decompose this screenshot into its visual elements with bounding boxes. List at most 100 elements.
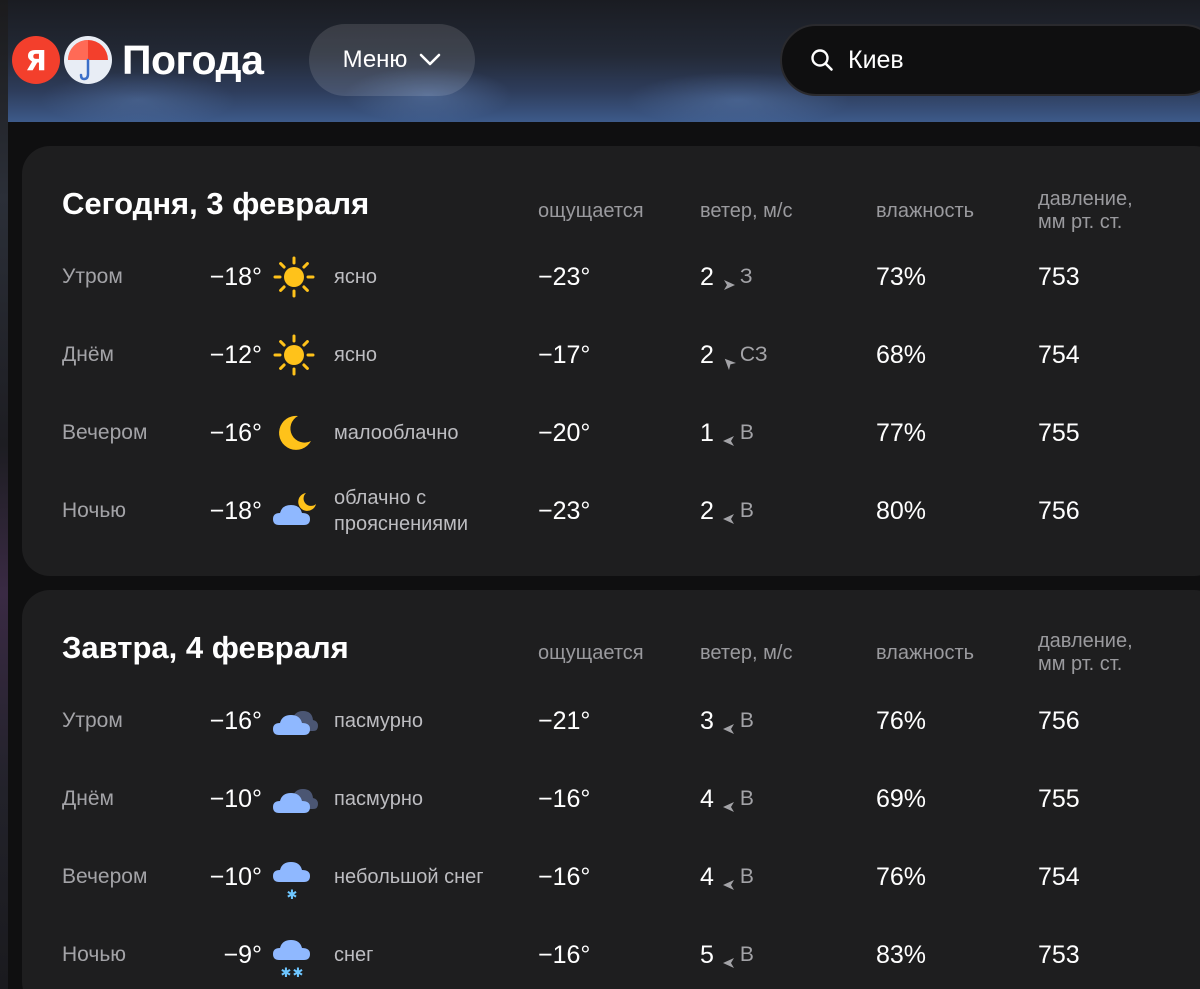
- yandex-logo-icon: Я: [12, 36, 60, 84]
- wind-direction: В: [739, 499, 754, 522]
- pressure: 756: [1038, 496, 1080, 525]
- wind: 2 З: [700, 238, 753, 316]
- cloud-moon-icon: [270, 472, 318, 550]
- logo-text: Погода: [122, 36, 264, 83]
- wind-speed: 4: [700, 784, 714, 813]
- header: Я Погода Меню Киев: [8, 0, 1200, 122]
- wind: 3 В: [700, 682, 754, 760]
- temperature: −10°: [209, 862, 262, 891]
- humidity-column-header: влажность: [876, 642, 975, 664]
- forecast-row: Вечером −10° ✱ небольшой снег −16° 4 В 7…: [22, 838, 1200, 916]
- tomorrow-forecast-card: Завтра, 4 февраля ощущается ветер, м/с в…: [22, 590, 1200, 989]
- sun-icon: [270, 316, 318, 394]
- forecast-row: Ночью −9° ✱ ✱ снег −16° 5 В 83% 753: [22, 916, 1200, 989]
- menu-label: Меню: [342, 46, 408, 73]
- tomorrow-title: Завтра, 4 февраля: [62, 630, 349, 665]
- wind-speed: 2: [700, 340, 714, 369]
- forecast-row: Вечером −16° малооблачно −20° 1 В 77% 75…: [22, 394, 1200, 472]
- wind: 1 В: [700, 394, 754, 472]
- pressure: 753: [1038, 940, 1080, 969]
- temperature: −18°: [209, 496, 262, 525]
- weather-page: Я Погода Меню Киев Сегодня, 3 февраля ощ…: [0, 0, 1200, 989]
- feels-like: −16°: [538, 862, 591, 891]
- humidity-column-header: влажность: [876, 200, 975, 222]
- logo[interactable]: Я Погода: [12, 36, 264, 84]
- temperature: −18°: [209, 262, 262, 291]
- wind-arrow-icon: [722, 714, 736, 734]
- pressure: 756: [1038, 706, 1080, 735]
- today-title: Сегодня, 3 февраля: [62, 186, 370, 221]
- pressure-column-header: давление, мм рт. ст.: [1038, 630, 1133, 676]
- background-window-edge: [0, 0, 8, 989]
- menu-button[interactable]: Меню: [309, 24, 475, 96]
- wind-speed: 5: [700, 940, 714, 969]
- pressure-column-header: давление, мм рт. ст.: [1038, 188, 1133, 234]
- feels-column-header: ощущается: [538, 200, 644, 222]
- light-snow-icon: ✱: [270, 838, 318, 916]
- wind-arrow-icon: [722, 426, 736, 446]
- wind: 4 В: [700, 838, 754, 916]
- wind-arrow-icon: [722, 270, 736, 290]
- wind-arrow-icon: [722, 504, 736, 524]
- search-icon: [811, 49, 833, 71]
- forecast-row: Утром −18° ясно −23° 2 З 73% 753: [22, 238, 1200, 316]
- forecast-row: Ночью −18° облачно с прояснениями −23° 2…: [22, 472, 1200, 550]
- condition: пасмурно: [334, 710, 423, 732]
- wind-direction: В: [739, 421, 754, 444]
- humidity: 68%: [876, 340, 927, 369]
- humidity: 83%: [876, 940, 927, 969]
- feels-column-header: ощущается: [538, 642, 644, 664]
- temperature: −16°: [209, 418, 262, 447]
- feels-like: −16°: [538, 784, 591, 813]
- time-of-day: Вечером: [62, 865, 148, 888]
- humidity: 76%: [876, 862, 927, 891]
- wind-speed: 4: [700, 862, 714, 891]
- humidity: 77%: [876, 418, 927, 447]
- search-input[interactable]: Киев: [780, 24, 1200, 96]
- feels-like: −23°: [538, 496, 591, 525]
- pressure: 755: [1038, 418, 1080, 447]
- time-of-day: Утром: [62, 265, 123, 288]
- feels-like: −23°: [538, 262, 591, 291]
- wind-direction: В: [739, 787, 754, 810]
- wind-column-header: ветер, м/с: [700, 642, 793, 664]
- forecast-row: Днём −12° ясно −17° 2 СЗ 68% 754: [22, 316, 1200, 394]
- wind: 4 В: [700, 760, 754, 838]
- wind-direction: З: [739, 265, 753, 288]
- time-of-day: Днём: [62, 787, 114, 810]
- feels-like: −21°: [538, 706, 591, 735]
- wind-direction: В: [739, 865, 754, 888]
- temperature: −16°: [209, 706, 262, 735]
- time-of-day: Ночью: [62, 943, 127, 966]
- wind-direction: СЗ: [739, 343, 768, 366]
- overcast-icon: [270, 760, 318, 838]
- humidity: 69%: [876, 784, 927, 813]
- overcast-icon: [270, 682, 318, 760]
- search-value: Киев: [848, 45, 904, 74]
- humidity: 80%: [876, 496, 927, 525]
- wind-speed: 2: [700, 262, 714, 291]
- pressure-header-line1: давление,: [1038, 188, 1133, 210]
- today-forecast-card: Сегодня, 3 февраля ощущается ветер, м/с …: [22, 146, 1200, 576]
- feels-like: −16°: [538, 940, 591, 969]
- condition: облачно с прояснениями: [334, 487, 469, 535]
- wind-direction: В: [739, 709, 754, 732]
- time-of-day: Ночью: [62, 499, 127, 522]
- condition: пасмурно: [334, 788, 423, 810]
- pressure-header-line2: мм рт. ст.: [1038, 211, 1123, 233]
- moon-icon: [270, 394, 318, 472]
- pressure-header-line2: мм рт. ст.: [1038, 653, 1123, 675]
- condition: малооблачно: [334, 422, 459, 444]
- pressure: 755: [1038, 784, 1080, 813]
- svg-text:✱: ✱: [293, 966, 304, 980]
- wind: 2 В: [700, 472, 754, 550]
- svg-text:✱: ✱: [287, 888, 298, 902]
- condition: небольшой снег: [334, 866, 484, 888]
- wind: 2 СЗ: [700, 316, 768, 394]
- wind-arrow-icon: [722, 348, 736, 371]
- pressure: 753: [1038, 262, 1080, 291]
- time-of-day: Днём: [62, 343, 114, 366]
- humidity: 76%: [876, 706, 927, 735]
- temperature: −12°: [209, 340, 262, 369]
- wind-arrow-icon: [722, 948, 736, 968]
